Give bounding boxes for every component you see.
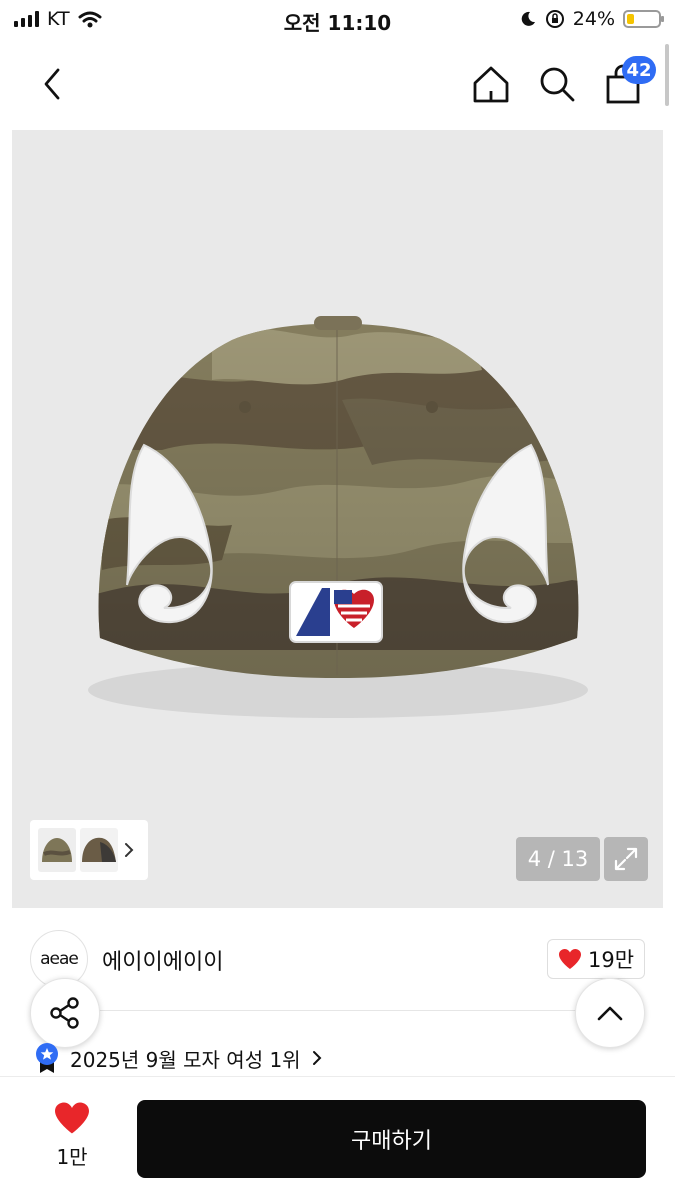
chevron-up-icon [597, 1006, 623, 1021]
ranking-badge-icon [36, 1043, 58, 1073]
chevron-right-icon [125, 843, 134, 857]
expand-button[interactable] [604, 837, 648, 881]
scroll-top-button[interactable] [575, 978, 645, 1048]
brand-like-count: 19만 [587, 948, 635, 972]
divider [30, 1010, 645, 1011]
status-right: 24% [519, 8, 664, 30]
brand-row: aeae 에이이에이이 19만 [0, 928, 675, 992]
cart-count-badge: 42 [622, 56, 656, 84]
product-image [12, 130, 663, 908]
home-button[interactable] [466, 40, 516, 128]
home-icon [473, 66, 509, 103]
rotation-lock-icon [545, 10, 564, 28]
buy-button[interactable]: 구매하기 [137, 1100, 646, 1178]
battery-icon [623, 10, 664, 28]
chevron-right-icon [312, 1051, 321, 1065]
share-icon [50, 997, 79, 1029]
heart-icon [558, 949, 581, 969]
scroll-indicator [665, 44, 669, 106]
wishlist-count: 1만 [56, 1145, 88, 1169]
product-image-gallery[interactable]: 4 / 13 [12, 130, 663, 908]
wishlist-button[interactable]: 1만 [34, 1101, 110, 1170]
battery-percent: 24% [572, 8, 615, 30]
search-button[interactable] [532, 40, 582, 128]
ranking-text: 2025년 9월 모자 여성 1위 [70, 1047, 301, 1072]
heart-icon [55, 1102, 89, 1134]
brand-name[interactable]: 에이이에이이 [102, 944, 223, 976]
back-button[interactable] [28, 40, 76, 128]
thumbnail-cap-icon [80, 828, 118, 872]
search-icon [540, 67, 575, 102]
status-bar: KT 오전 11:10 24% [0, 0, 675, 40]
back-chevron-icon [44, 68, 60, 100]
thumbnail-image[interactable] [38, 828, 76, 872]
moon-icon [521, 11, 535, 26]
top-navigation: 42 [0, 40, 675, 128]
cart-button[interactable]: 42 [598, 40, 656, 128]
battery-fill [627, 14, 634, 24]
share-button[interactable] [30, 978, 100, 1048]
thumbnail-image[interactable] [80, 828, 118, 872]
bottom-action-bar: 1만 구매하기 [0, 1076, 675, 1201]
ranking-link[interactable]: 2025년 9월 모자 여성 1위 [34, 1042, 323, 1074]
expand-icon [614, 847, 638, 871]
brand-like-button[interactable]: 19만 [547, 939, 645, 979]
image-counter: 4 / 13 [516, 837, 600, 881]
thumbnail-strip[interactable] [30, 820, 148, 880]
thumbnail-cap-icon [38, 828, 76, 872]
